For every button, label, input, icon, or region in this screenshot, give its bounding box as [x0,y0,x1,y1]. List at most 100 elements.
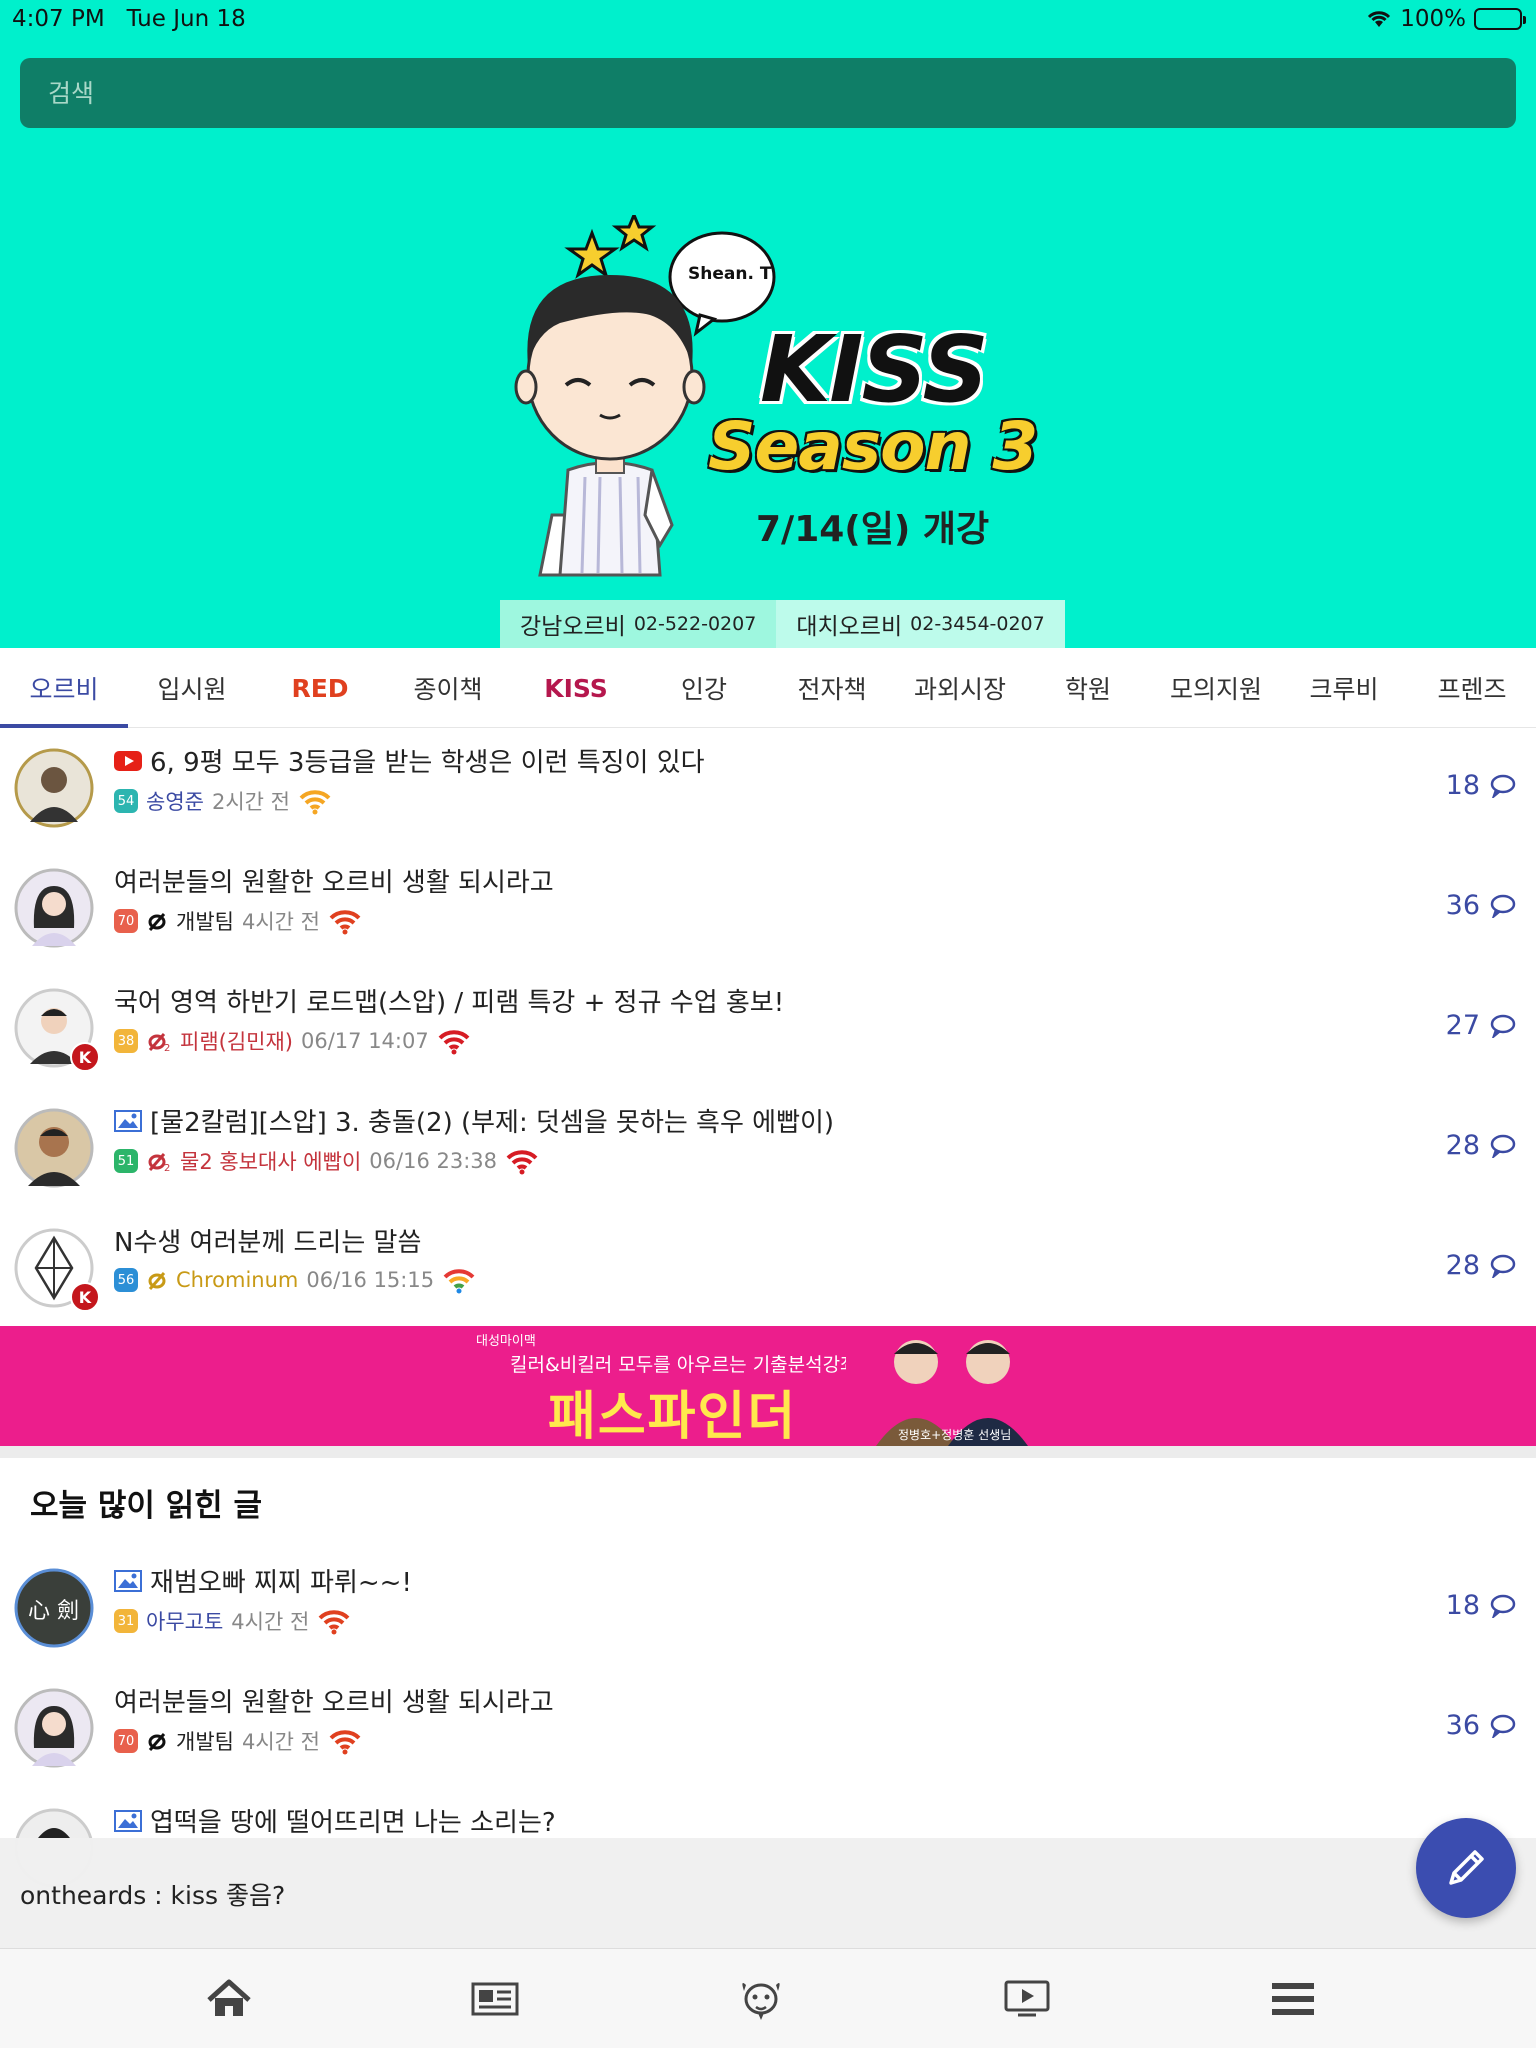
post-row[interactable]: 여러분들의 원활한 오르비 생활 되시라고 70 개발팀 4시간 전 36 [0,848,1536,968]
popularity-signal-icon [329,910,361,935]
image-icon [114,1109,142,1132]
comment-count: 36 [1445,890,1480,921]
popularity-signal-icon [506,1150,538,1175]
search-input[interactable] [20,58,1516,128]
popularity-signal-icon [318,1610,350,1635]
tab-paper-book[interactable]: 종이책 [384,648,512,728]
tab-crewbi[interactable]: 크루비 [1280,648,1408,728]
goat-icon [742,1983,780,2020]
orbi-mark-icon [148,913,166,931]
comment-icon [1490,774,1516,798]
battery-icon [1474,8,1526,30]
post-title: 재범오빠 찌찌 파뤼~~! [150,1568,412,1598]
avatar: K [14,988,100,1072]
nav-home[interactable] [96,1949,362,2048]
post-author[interactable]: 송영준 [146,786,204,816]
avatar: 心 劍 [14,1568,94,1648]
nav-video[interactable] [894,1949,1160,2048]
image-icon [114,1809,142,1832]
popular-section-title: 오늘 많이 읽힌 글 [30,1488,263,1524]
k-badge: K [70,1042,100,1072]
post-row[interactable]: K 국어 영역 하반기 로드맵(스압) / 피램 특강 + 정규 수업 홍보! … [0,968,1536,1088]
nav-menu[interactable] [1160,1949,1426,2048]
svg-text:2: 2 [164,1043,170,1052]
tab-tutoring-market[interactable]: 과외시장 [896,648,1024,728]
comment-icon [1490,1014,1516,1038]
tab-ebook[interactable]: 전자책 [768,648,896,728]
level-badge: 31 [114,1609,138,1633]
post-title: 여러분들의 원활한 오르비 생활 되시라고 [114,868,554,898]
post-row[interactable]: 6, 9평 모두 3등급을 받는 학생은 이런 특징이 있다 54 송영준 2시… [0,728,1536,848]
post-time: 2시간 전 [211,790,290,814]
wifi-status-icon [1368,11,1391,27]
post-author[interactable]: 개발팀 [176,1726,234,1756]
post-author[interactable]: Chrominum [176,1268,298,1292]
post-row[interactable]: 여러분들의 원활한 오르비 생활 되시라고 70 개발팀 4시간 전 36 [0,1668,1536,1788]
post-time: 06/16 23:38 [369,1149,497,1173]
comment-count: 36 [1445,1710,1480,1741]
write-post-button[interactable] [1416,1818,1516,1918]
avatar [14,1108,94,1188]
orbi-mark-icon [148,1733,166,1751]
bottom-navigation [0,1948,1536,2048]
post-time: 4시간 전 [241,910,320,934]
nav-community[interactable] [628,1949,894,2048]
comment-count: 28 [1445,1250,1480,1281]
post-title: 6, 9평 모두 3등급을 받는 학생은 이런 특징이 있다 [150,748,705,778]
post-time: 06/17 14:07 [301,1029,429,1053]
banner-title: KISS [760,316,989,423]
comment-icon [1490,1134,1516,1158]
level-badge: 38 [114,1029,138,1053]
level-badge: 51 [114,1149,138,1173]
post-author[interactable]: 개발팀 [176,906,234,936]
comment-icon [1490,894,1516,918]
svg-text:心 劍: 心 劍 [28,1599,79,1624]
level-badge: 70 [114,1729,138,1753]
post-row[interactable]: K N수생 여러분께 드리는 말씀 56 Chrominum 06/16 15:… [0,1208,1536,1328]
status-time: 4:07 PM Tue Jun 18 [12,6,246,32]
banner-date: 7/14(일) 개강 [756,509,990,550]
post-row[interactable]: [물2칼럼][스압] 3. 충돌(2) (부제: 덧셈을 못하는 흑우 에빱이)… [0,1088,1536,1208]
nav-news[interactable] [362,1949,628,2048]
speech-bubble-text: Shean. T [688,264,772,284]
category-tabs: 오르비 입시원 RED 종이책 KISS 인강 전자책 과외시장 학원 모의지원… [0,648,1536,728]
comment-icon [1490,1594,1516,1618]
banner-subtitle: Season 3 [708,408,1038,485]
orbi-mark-icon: 2 [148,1033,170,1052]
popularity-signal-icon [329,1730,361,1755]
phone-contact-daechi[interactable]: 대치오르비 02-3454-0207 [776,600,1065,648]
popularity-signal-icon [443,1269,475,1294]
ad-caption: 정병호+정병훈 선생님 [898,1428,1012,1442]
battery-percent: 100% [1400,6,1466,32]
avatar [14,868,94,948]
phone-contacts: 강남오르비 02-522-0207 대치오르비 02-3454-0207 [500,600,1065,648]
tab-ipsiwon[interactable]: 입시원 [128,648,256,728]
orbi-mark-icon [148,1272,166,1290]
post-author[interactable]: 아무고토 [146,1606,223,1636]
ad-subtitle: 킬러&비킬러 모두를 아우르는 기출분석강좌 [510,1354,858,1376]
tab-lecture[interactable]: 인강 [640,648,768,728]
phone-contact-gangnam[interactable]: 강남오르비 02-522-0207 [500,600,777,648]
tab-kiss[interactable]: KISS [512,648,640,728]
tab-red[interactable]: RED [256,648,384,728]
tab-orbi[interactable]: 오르비 [0,648,128,728]
tab-friends[interactable]: 프렌즈 [1408,648,1536,728]
post-row[interactable]: 心 劍 재범오빠 찌찌 파뤼~~! 31 아무고토 4시간 전 18 [0,1548,1536,1668]
video-icon [1004,1980,1050,2017]
post-title: 여러분들의 원활한 오르비 생활 되시라고 [114,1688,554,1718]
search-bar[interactable] [20,58,1516,128]
chat-toast-text: ontheards : kiss 좋음? [20,1881,286,1910]
tab-mock-apply[interactable]: 모의지원 [1152,648,1280,728]
avatar: K [14,1228,100,1312]
comment-icon [1490,1254,1516,1278]
post-author[interactable]: 피램(김민재) [180,1026,293,1056]
tab-academy[interactable]: 학원 [1024,648,1152,728]
status-bar: 4:07 PM Tue Jun 18 100% [0,0,1536,40]
post-title: 국어 영역 하반기 로드맵(스압) / 피램 특강 + 정규 수업 홍보! [114,988,785,1018]
ad-brand: 대성마이맥 [476,1334,536,1349]
k-badge: K [70,1282,100,1312]
level-badge: 56 [114,1268,138,1292]
post-author[interactable]: 물2 홍보대사 에빱이 [180,1146,361,1176]
home-icon [207,1979,251,2016]
comment-count: 28 [1445,1130,1480,1161]
